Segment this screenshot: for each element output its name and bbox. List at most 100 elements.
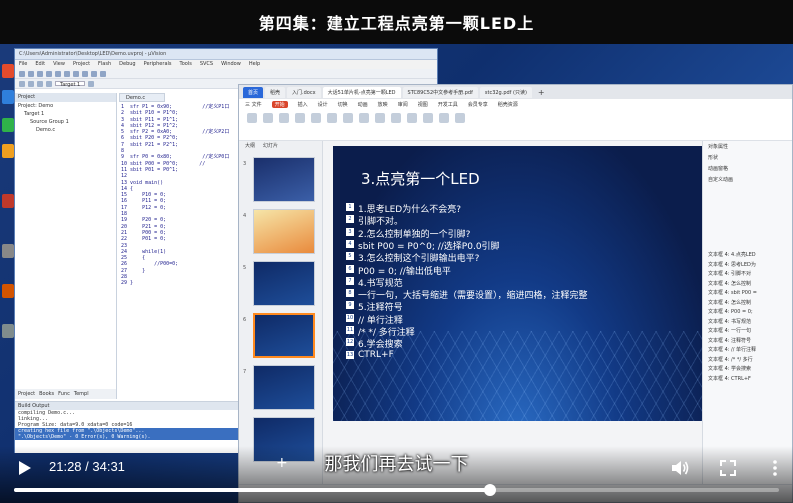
slide-canvas[interactable]: 3.点亮第一个LED 1 1.思考LED为什么不会亮? 2 引脚不对。 3 2.怎么控制… (333, 146, 702, 421)
animation-list-item[interactable]: 文本框 4: // 单行注释 (703, 346, 792, 356)
slide-text-line[interactable]: 2.怎么控制单独的一个引脚? (358, 227, 470, 240)
slide-thumbnail[interactable] (253, 365, 315, 410)
slide-text-line[interactable]: 引脚不对。 (358, 214, 403, 227)
tab-books[interactable]: Books (39, 391, 54, 397)
keil-menu-item[interactable]: SVCS (200, 61, 213, 68)
wps-menu-item[interactable]: 视图 (418, 101, 428, 108)
find-icon[interactable] (91, 71, 97, 77)
tab-project[interactable]: Project (18, 391, 35, 397)
keil-menu-item[interactable]: Project (73, 61, 90, 68)
tab-document[interactable]: 入门.docx (287, 86, 321, 98)
keil-menu-item[interactable]: Peripherals (144, 61, 172, 68)
project-tree-item[interactable]: Project: Demo (15, 102, 116, 110)
slide-text-line[interactable]: 1.思考LED为什么不会亮? (358, 202, 461, 215)
paste-icon[interactable] (64, 71, 70, 77)
pane-item[interactable]: 自定义动画 (703, 174, 792, 185)
open-icon[interactable] (28, 71, 34, 77)
slide-text-line[interactable]: 一行一句，大括号缩进（需要设置），缩进四格，注释完整 (358, 288, 588, 301)
layout-icon[interactable] (311, 113, 321, 123)
animation-list-item[interactable]: 文本框 4: 4.点亮LED (703, 251, 792, 261)
slide-text-line[interactable]: 6.学会搜索 (358, 337, 403, 350)
slide-text-line[interactable]: CTRL+F (358, 350, 394, 360)
cut-icon[interactable] (46, 71, 52, 77)
slide-thumbnail-selected[interactable] (253, 313, 315, 358)
slide-text-line[interactable]: 4.书写规范 (358, 276, 403, 289)
pane-item[interactable]: 动画窗格 (703, 163, 792, 174)
desktop-icon[interactable] (2, 118, 14, 132)
wps-menu-item[interactable]: 插入 (298, 101, 308, 108)
desktop-icon[interactable] (2, 144, 14, 158)
slide-title[interactable]: 3.点亮第一个LED (361, 168, 480, 189)
animation-list-item[interactable]: 文本框 4: 书写规范 (703, 318, 792, 328)
video-frame[interactable]: C:\Users\Administrator\Desktop\LED\Demo.… (0, 44, 793, 503)
project-tree-item[interactable]: Demo.c (15, 126, 116, 134)
wps-menu-item[interactable]: 审阅 (398, 101, 408, 108)
translate-icon[interactable] (19, 81, 25, 87)
build-icon[interactable] (28, 81, 34, 87)
wps-menu-item[interactable]: 动画 (358, 101, 368, 108)
arrange-icon[interactable] (439, 113, 449, 123)
textbox-icon[interactable] (407, 113, 417, 123)
redo-icon[interactable] (82, 71, 88, 77)
keil-menu-item[interactable]: Flash (98, 61, 111, 68)
tab-outline[interactable]: 大纲 (245, 142, 255, 150)
project-tree-item[interactable]: Target 1 (15, 110, 116, 118)
shape-icon[interactable] (423, 113, 433, 123)
options-icon[interactable] (88, 81, 95, 87)
animation-list-item[interactable]: 文本框 4: 注释符号 (703, 337, 792, 347)
editor-tab[interactable]: Demo.c (119, 93, 165, 102)
slide-text-line[interactable]: 3.怎么控制这个引脚输出电平? (358, 251, 479, 264)
desktop-icon[interactable] (2, 244, 14, 258)
save-icon[interactable] (37, 71, 43, 77)
keil-menu-item[interactable]: Tools (180, 61, 192, 68)
wps-menu-item[interactable]: 设计 (318, 101, 328, 108)
fullscreen-icon[interactable] (718, 458, 738, 478)
target-select[interactable]: Target 1 (55, 81, 86, 88)
desktop-icon[interactable] (2, 324, 14, 338)
download-icon[interactable] (46, 81, 52, 87)
tab-slides[interactable]: 幻灯片 (263, 142, 278, 150)
copy-icon[interactable] (55, 71, 61, 77)
animation-list-item[interactable]: 文本框 4: 怎么控制 (703, 280, 792, 290)
progress-bar[interactable] (14, 484, 779, 496)
tab-home[interactable]: 首页 (243, 86, 264, 98)
keil-menu-item[interactable]: File (19, 61, 27, 68)
desktop-icon[interactable] (2, 194, 14, 208)
keil-menu-item[interactable]: Edit (35, 61, 45, 68)
wps-menu-item[interactable]: 稻壳资源 (498, 101, 518, 108)
italic-icon[interactable] (343, 113, 353, 123)
bold-icon[interactable] (327, 113, 337, 123)
desktop-icon[interactable] (2, 64, 14, 78)
new-tab-icon[interactable]: + (534, 88, 549, 97)
keil-menu-item[interactable]: View (53, 61, 65, 68)
tab-pdf[interactable]: STC89C52中文参考手册.pdf (402, 86, 478, 98)
animation-list-item[interactable]: 文本框 4: sbit P00 = (703, 289, 792, 299)
tab-presentation[interactable]: 大话51单片机-点亮第一颗LED (322, 86, 401, 98)
animation-list-item[interactable]: 文本框 4: /* */ 多行 (703, 356, 792, 366)
wps-menu-item[interactable]: 开始 (271, 100, 288, 108)
slide-text-line[interactable]: 5.注释符号 (358, 300, 403, 313)
slide-thumbnail[interactable] (253, 261, 315, 306)
wps-window[interactable]: 首页 稻壳 入门.docx 大话51单片机-点亮第一颗LED STC89C52中… (238, 84, 793, 503)
new-file-icon[interactable] (19, 71, 25, 77)
wps-menu-item[interactable]: 切换 (338, 101, 348, 108)
wps-menu-item[interactable]: 三 文件 (245, 101, 262, 108)
pane-item[interactable]: 对象属性 (703, 141, 792, 152)
find-icon[interactable] (455, 113, 465, 123)
animation-list-item[interactable]: 文本框 4: 怎么控制 (703, 299, 792, 309)
keil-menu-item[interactable]: Window (221, 61, 241, 68)
animation-list-item[interactable]: 文本框 4: 思考LED为 (703, 261, 792, 271)
debug-icon[interactable] (100, 71, 106, 77)
rebuild-icon[interactable] (37, 81, 43, 87)
tab-functions[interactable]: Func (58, 391, 70, 397)
slide-text-line[interactable]: /* */ 多行注释 (358, 325, 415, 338)
new-slide-icon[interactable] (295, 113, 305, 123)
wps-menu-item[interactable]: 放映 (378, 101, 388, 108)
keil-menu-item[interactable]: Help (249, 61, 260, 68)
align-icon[interactable] (391, 113, 401, 123)
keil-menu-item[interactable]: Debug (119, 61, 135, 68)
cut-icon[interactable] (263, 113, 273, 123)
project-tree-item[interactable]: Source Group 1 (15, 118, 116, 126)
animation-list-item[interactable]: 文本框 4: CTRL+F (703, 375, 792, 385)
animation-list-item[interactable]: 文本框 4: P00 = 0; (703, 308, 792, 318)
